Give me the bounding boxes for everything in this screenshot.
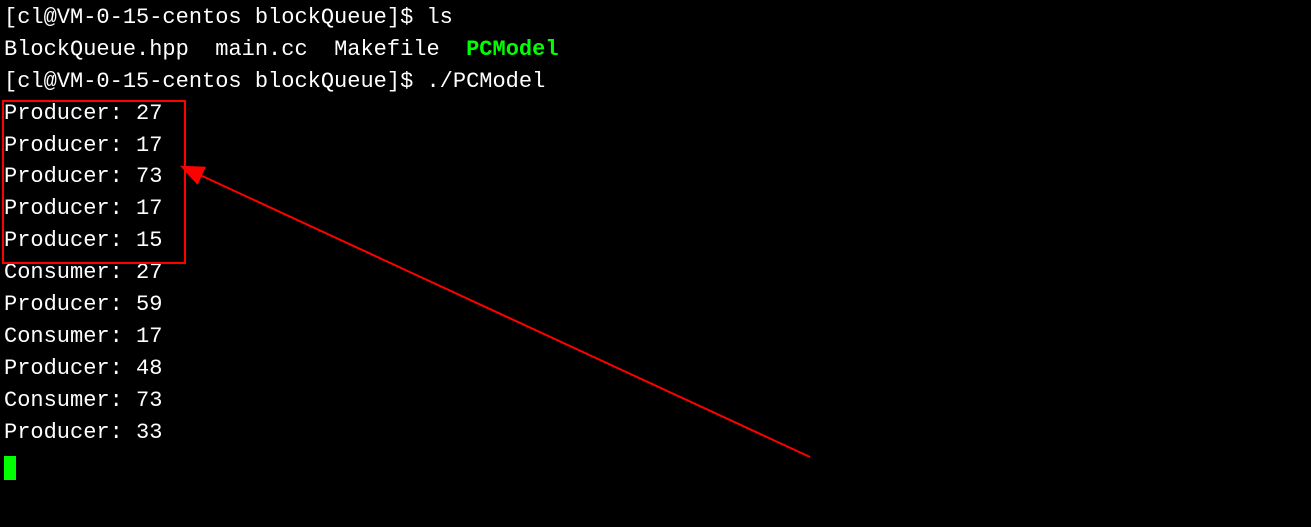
output-line: Producer: 27 (4, 98, 1307, 130)
file-makefile: Makefile (334, 37, 440, 62)
output-line: Producer: 17 (4, 193, 1307, 225)
shell-prompt: [cl@VM-0-15-centos blockQueue]$ (4, 69, 426, 94)
output-line: Consumer: 17 (4, 321, 1307, 353)
output-line: Consumer: 73 (4, 385, 1307, 417)
output-line: Producer: 48 (4, 353, 1307, 385)
output-line: Producer: 17 (4, 130, 1307, 162)
terminal-line-prompt-1: [cl@VM-0-15-centos blockQueue]$ ls (4, 2, 1307, 34)
terminal-line-ls-output: BlockQueue.hpp main.cc Makefile PCModel (4, 34, 1307, 66)
output-line: Producer: 73 (4, 161, 1307, 193)
output-line: Producer: 33 (4, 417, 1307, 449)
output-line: Producer: 15 (4, 225, 1307, 257)
output-line: Consumer: 27 (4, 257, 1307, 289)
file-main-cc: main.cc (215, 37, 307, 62)
command-ls: ls (426, 5, 452, 30)
shell-prompt: [cl@VM-0-15-centos blockQueue]$ (4, 5, 426, 30)
command-run-pcmodel: ./PCModel (426, 69, 545, 94)
terminal-line-prompt-2: [cl@VM-0-15-centos blockQueue]$ ./PCMode… (4, 66, 1307, 98)
cursor-block (4, 456, 16, 480)
file-pcmodel: PCModel (466, 37, 558, 62)
output-line: Producer: 59 (4, 289, 1307, 321)
file-blockqueue-hpp: BlockQueue.hpp (4, 37, 189, 62)
terminal-cursor-line[interactable] (4, 448, 1307, 480)
